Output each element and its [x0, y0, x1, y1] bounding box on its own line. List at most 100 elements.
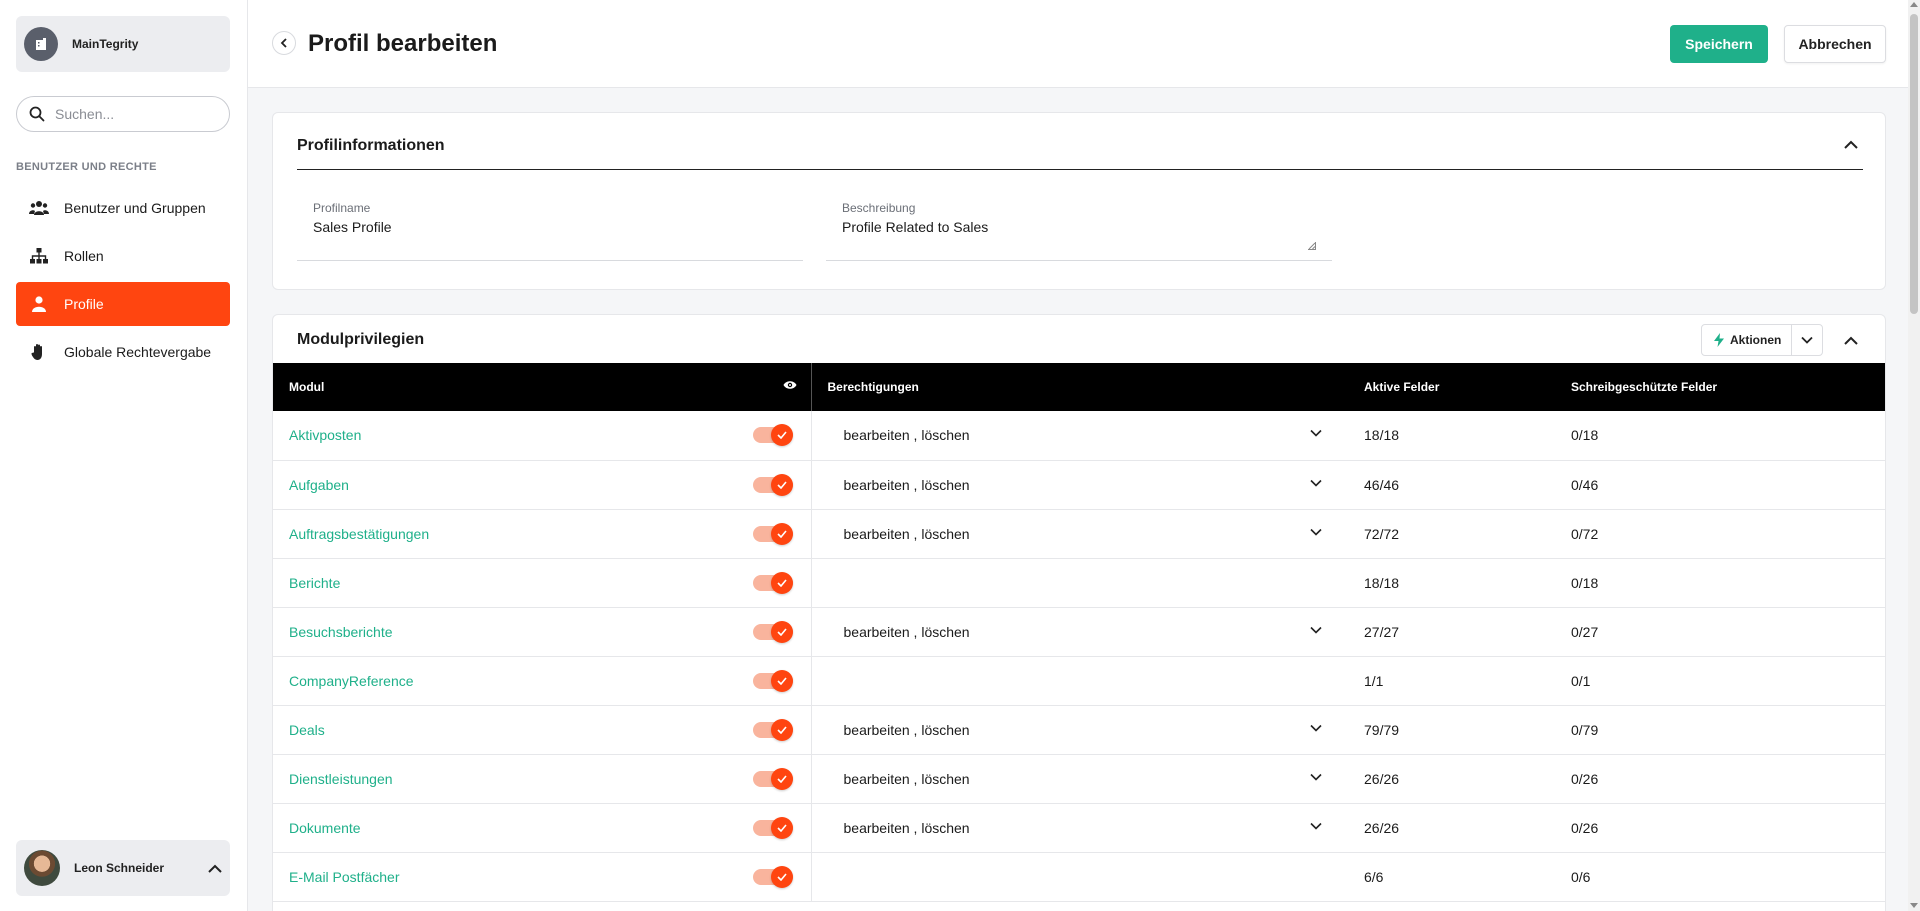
chevron-down-icon[interactable]: [1310, 479, 1322, 487]
chevron-up-icon[interactable]: [1839, 328, 1863, 352]
chevron-down-icon[interactable]: [1310, 822, 1322, 830]
check-icon: [777, 725, 787, 734]
profile-name-field[interactable]: Profilname Sales Profile: [297, 201, 803, 261]
check-icon: [777, 431, 787, 439]
module-toggle[interactable]: [753, 522, 793, 546]
description-field[interactable]: Beschreibung Profile Related to Sales: [826, 201, 1332, 261]
permissions-cell[interactable]: bearbeiten , löschen: [811, 705, 1348, 754]
permissions-cell[interactable]: bearbeiten , löschen: [811, 509, 1348, 558]
module-toggle[interactable]: [753, 473, 793, 497]
permissions-cell[interactable]: bearbeiten , löschen: [811, 607, 1348, 656]
avatar: [24, 850, 60, 886]
readonly-fields-cell: 0/18: [1571, 574, 1599, 591]
module-toggle[interactable]: [753, 718, 793, 742]
module-toggle[interactable]: [753, 767, 793, 791]
module-toggle[interactable]: [753, 669, 793, 693]
table-row: Aufgaben bearbeiten , löschen 46/46 0/46: [273, 460, 1885, 509]
sidebar-item-roles[interactable]: Rollen: [16, 234, 230, 278]
chevron-down-icon[interactable]: [1310, 528, 1322, 536]
table-row: Besuchsberichte bearbeiten , löschen 27/…: [273, 607, 1885, 656]
permissions-cell[interactable]: bearbeiten , löschen: [811, 803, 1348, 852]
bolt-icon: [1714, 333, 1724, 347]
page-header: Profil bearbeiten Speichern Abbrechen: [248, 0, 1920, 88]
cancel-button[interactable]: Abbrechen: [1784, 25, 1886, 63]
module-link[interactable]: E-Mail Postfächer: [289, 869, 399, 885]
search-input[interactable]: [55, 106, 215, 122]
scroll-down-icon[interactable]: [1910, 903, 1918, 908]
module-link[interactable]: Aufgaben: [289, 477, 349, 493]
active-fields-cell: 26/26: [1364, 770, 1400, 787]
active-fields-cell: 18/18: [1364, 574, 1400, 591]
org-logo: [24, 27, 58, 61]
chevron-up-icon[interactable]: [1839, 132, 1863, 156]
user-name: Leon Schneider: [74, 861, 165, 875]
check-icon: [777, 480, 787, 489]
scroll-up-icon[interactable]: [1910, 2, 1918, 7]
eye-icon[interactable]: [783, 379, 797, 393]
column-header-readonly-fields: Schreibgeschützte Felder: [1571, 380, 1718, 394]
org-switcher[interactable]: MainTegrity: [16, 16, 230, 72]
module-toggle[interactable]: [753, 816, 793, 840]
description-textarea[interactable]: Profile Related to Sales: [842, 219, 988, 235]
permissions-cell[interactable]: bearbeiten , löschen: [811, 460, 1348, 509]
module-link[interactable]: Deals: [289, 722, 325, 738]
module-toggle[interactable]: [753, 423, 793, 447]
profile-name-input[interactable]: Sales Profile: [313, 219, 392, 235]
permissions-value: bearbeiten , löschen: [843, 525, 970, 542]
page-title: Profil bearbeiten: [308, 30, 498, 57]
module-link[interactable]: Besuchsberichte: [289, 624, 393, 640]
module-cell: E-Mail Postfächer: [273, 852, 812, 901]
sidebar-item-global-rights[interactable]: Globale Rechtevergabe: [16, 330, 230, 374]
permissions-cell[interactable]: bearbeiten , löschen: [811, 754, 1348, 803]
save-button[interactable]: Speichern: [1670, 25, 1768, 63]
sidebar: MainTegrity BENUTZER UND RECHTE Benutzer…: [0, 0, 248, 911]
column-header-label: Modul: [289, 380, 325, 394]
chevron-down-icon[interactable]: [1310, 724, 1322, 732]
chevron-up-icon[interactable]: [200, 864, 230, 873]
table-row: CompanyReference 1/1 0/1: [273, 656, 1885, 705]
actions-dropdown-button[interactable]: [1792, 325, 1822, 355]
module-link[interactable]: Dokumente: [289, 820, 361, 836]
sidebar-item-label: Benutzer und Gruppen: [64, 200, 206, 216]
toggle-knob: [771, 522, 793, 545]
toggle-knob: [771, 816, 793, 839]
building-icon: [36, 38, 46, 50]
scroll-thumb[interactable]: [1910, 14, 1918, 314]
search-icon: [29, 106, 45, 122]
user-menu[interactable]: Leon Schneider: [16, 840, 230, 896]
module-cell: Auftragsbestätigungen: [273, 509, 812, 558]
permissions-cell[interactable]: bearbeiten , löschen: [811, 411, 1348, 460]
search-box[interactable]: [16, 96, 230, 132]
profile-info-title: Profilinformationen: [297, 137, 445, 154]
check-icon: [777, 872, 787, 881]
chevron-down-icon[interactable]: [1310, 429, 1322, 437]
module-link[interactable]: CompanyReference: [289, 673, 414, 689]
module-toggle[interactable]: [753, 571, 793, 595]
actions-button[interactable]: Aktionen: [1702, 325, 1793, 355]
module-toggle[interactable]: [753, 865, 793, 889]
active-fields-cell: 6/6: [1364, 868, 1384, 885]
module-cell: Besuchsberichte: [273, 607, 812, 656]
permissions-value: bearbeiten , löschen: [843, 476, 970, 493]
page-scrollbar[interactable]: [1908, 0, 1920, 911]
chevron-down-icon[interactable]: [1310, 773, 1322, 781]
module-toggle[interactable]: [753, 620, 793, 644]
module-link[interactable]: Berichte: [289, 575, 340, 591]
toggle-knob: [771, 571, 793, 594]
back-button[interactable]: [272, 31, 296, 55]
sidebar-nav: Benutzer und Gruppen Rollen Profile Glob…: [16, 186, 230, 378]
module-privileges-title: Modulprivilegien: [297, 331, 425, 348]
sidebar-item-users-groups[interactable]: Benutzer und Gruppen: [16, 186, 230, 230]
permissions-value: bearbeiten , löschen: [843, 721, 970, 738]
module-link[interactable]: Aktivposten: [289, 427, 361, 443]
column-header-permissions: Berechtigungen: [827, 380, 919, 394]
permissions-value: bearbeiten , löschen: [843, 770, 970, 787]
module-link[interactable]: Dienstleistungen: [289, 771, 393, 787]
org-name: MainTegrity: [72, 37, 139, 51]
sidebar-item-profiles[interactable]: Profile: [16, 282, 230, 326]
column-header-module: Modul: [273, 363, 812, 411]
module-link[interactable]: Auftragsbestätigungen: [289, 526, 429, 542]
resize-handle-icon[interactable]: [1308, 242, 1316, 250]
chevron-down-icon[interactable]: [1310, 626, 1322, 634]
table-row: Dienstleistungen bearbeiten , löschen 26…: [273, 754, 1885, 803]
